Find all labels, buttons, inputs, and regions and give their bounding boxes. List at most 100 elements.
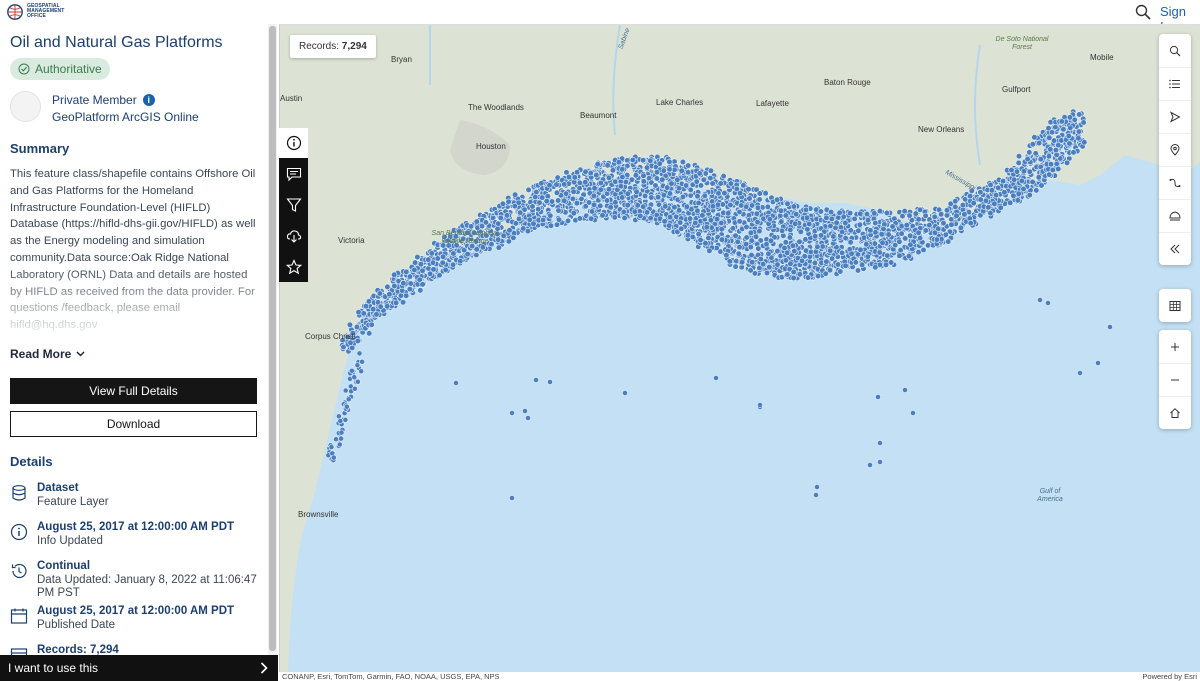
home-extent-button[interactable]	[1159, 396, 1191, 429]
legend-icon	[1169, 79, 1180, 89]
zoom-controls-group	[1159, 330, 1191, 429]
favorite-tool-button[interactable]	[279, 252, 308, 282]
platform-point	[419, 281, 426, 288]
platform-point	[736, 244, 743, 251]
platform-point	[624, 190, 631, 197]
platform-point	[512, 220, 519, 227]
map-tools-group	[1159, 34, 1191, 265]
platform-point	[1053, 160, 1060, 167]
platform-point	[718, 219, 725, 227]
platform-point	[355, 378, 361, 385]
view-full-details-button[interactable]: View Full Details	[10, 378, 257, 404]
platform-point	[640, 203, 647, 210]
platform-point	[966, 193, 974, 200]
platform-point	[509, 495, 515, 501]
platform-point	[338, 429, 345, 436]
platform-point	[699, 212, 706, 219]
platform-point	[338, 435, 344, 442]
measure-button[interactable]	[1159, 166, 1191, 199]
platform-point	[827, 247, 834, 254]
basemap-button[interactable]	[1159, 199, 1191, 232]
platform-point	[720, 173, 727, 180]
platform-point	[1013, 168, 1021, 175]
powered-by-esri[interactable]: Powered by Esri	[1142, 672, 1197, 681]
platform-point	[842, 219, 849, 227]
platform-point	[756, 228, 763, 235]
city-label-baton-rouge: Baton Rouge	[824, 78, 871, 87]
geospatial-management-office-logo[interactable]: GEOSPATIAL MANAGEMENT OFFICE	[6, 1, 76, 22]
search-icon[interactable]	[1135, 4, 1151, 20]
platform-point	[530, 220, 537, 227]
platform-point	[822, 270, 829, 277]
platform-point	[842, 235, 849, 242]
scrollbar-thumb[interactable]	[269, 26, 276, 651]
platform-point	[676, 185, 683, 192]
platform-point	[765, 250, 772, 257]
map-view[interactable]: Records: 7,294 Bryan Austin The Woodland…	[279, 24, 1200, 672]
comments-tool-button[interactable]	[279, 159, 308, 189]
platform-point	[812, 233, 819, 240]
platform-point	[512, 191, 519, 198]
platform-point	[1081, 139, 1088, 146]
platform-point	[666, 166, 673, 173]
download-button[interactable]: Download	[10, 411, 257, 437]
platform-point	[1060, 126, 1067, 133]
platform-point	[727, 180, 735, 187]
platform-point	[403, 268, 410, 275]
platform-point	[499, 200, 506, 207]
platform-point	[790, 268, 797, 276]
platform-point	[793, 211, 800, 218]
platform-point	[565, 174, 573, 181]
platform-point	[945, 238, 952, 245]
legend-button[interactable]	[1159, 67, 1191, 100]
platform-point	[777, 212, 784, 219]
owner-name[interactable]: Private Member	[52, 93, 137, 107]
platform-point	[553, 189, 561, 196]
attribute-table-button[interactable]	[1159, 289, 1191, 322]
platform-point	[622, 178, 630, 186]
platform-point	[846, 210, 854, 217]
filter-tool-button[interactable]	[279, 190, 308, 220]
platform-point	[1035, 174, 1042, 181]
collapse-toolbar-button[interactable]	[1159, 232, 1191, 265]
map-search-button[interactable]	[1159, 34, 1191, 67]
platform-point	[640, 178, 647, 185]
zoom-in-button[interactable]	[1159, 330, 1191, 363]
platform-point	[707, 167, 715, 174]
platform-point	[756, 196, 763, 203]
detail-subtitle: Feature Layer	[37, 496, 109, 508]
platform-point	[1045, 300, 1051, 306]
platform-point	[511, 203, 518, 210]
platform-point	[1075, 128, 1083, 135]
info-tool-button[interactable]	[279, 128, 308, 158]
read-more-toggle[interactable]: Read More	[10, 347, 85, 361]
summary-heading: Summary	[10, 141, 70, 156]
platform-point	[839, 228, 846, 236]
platform-point	[897, 247, 904, 254]
platform-point	[679, 158, 687, 166]
platform-point	[674, 176, 681, 183]
comment-icon	[286, 167, 301, 182]
platform-point	[1080, 119, 1087, 126]
platform-point	[749, 202, 756, 209]
platform-point	[590, 192, 598, 199]
zoom-out-button[interactable]	[1159, 363, 1191, 396]
platform-point	[582, 168, 589, 175]
platform-point	[535, 206, 542, 213]
platform-point	[642, 192, 649, 200]
owner-info-icon[interactable]: i	[142, 94, 155, 106]
navigate-button[interactable]	[1159, 100, 1191, 133]
calendar-icon	[10, 608, 28, 624]
download-tool-button[interactable]	[279, 221, 308, 251]
detail-title: August 25, 2017 at 12:00:00 AM PDT	[37, 521, 235, 533]
platform-point	[660, 192, 668, 199]
i-want-to-use-this-button[interactable]: I want to use this	[0, 655, 278, 681]
panel-scrollbar[interactable]	[268, 24, 277, 655]
platform-point	[619, 166, 626, 173]
detail-subtitle: Published Date	[37, 619, 115, 631]
platform-point	[1063, 159, 1071, 166]
platform-point	[988, 187, 996, 194]
locate-button[interactable]	[1159, 133, 1191, 166]
platform-point	[977, 189, 984, 196]
platform-point	[798, 257, 806, 264]
